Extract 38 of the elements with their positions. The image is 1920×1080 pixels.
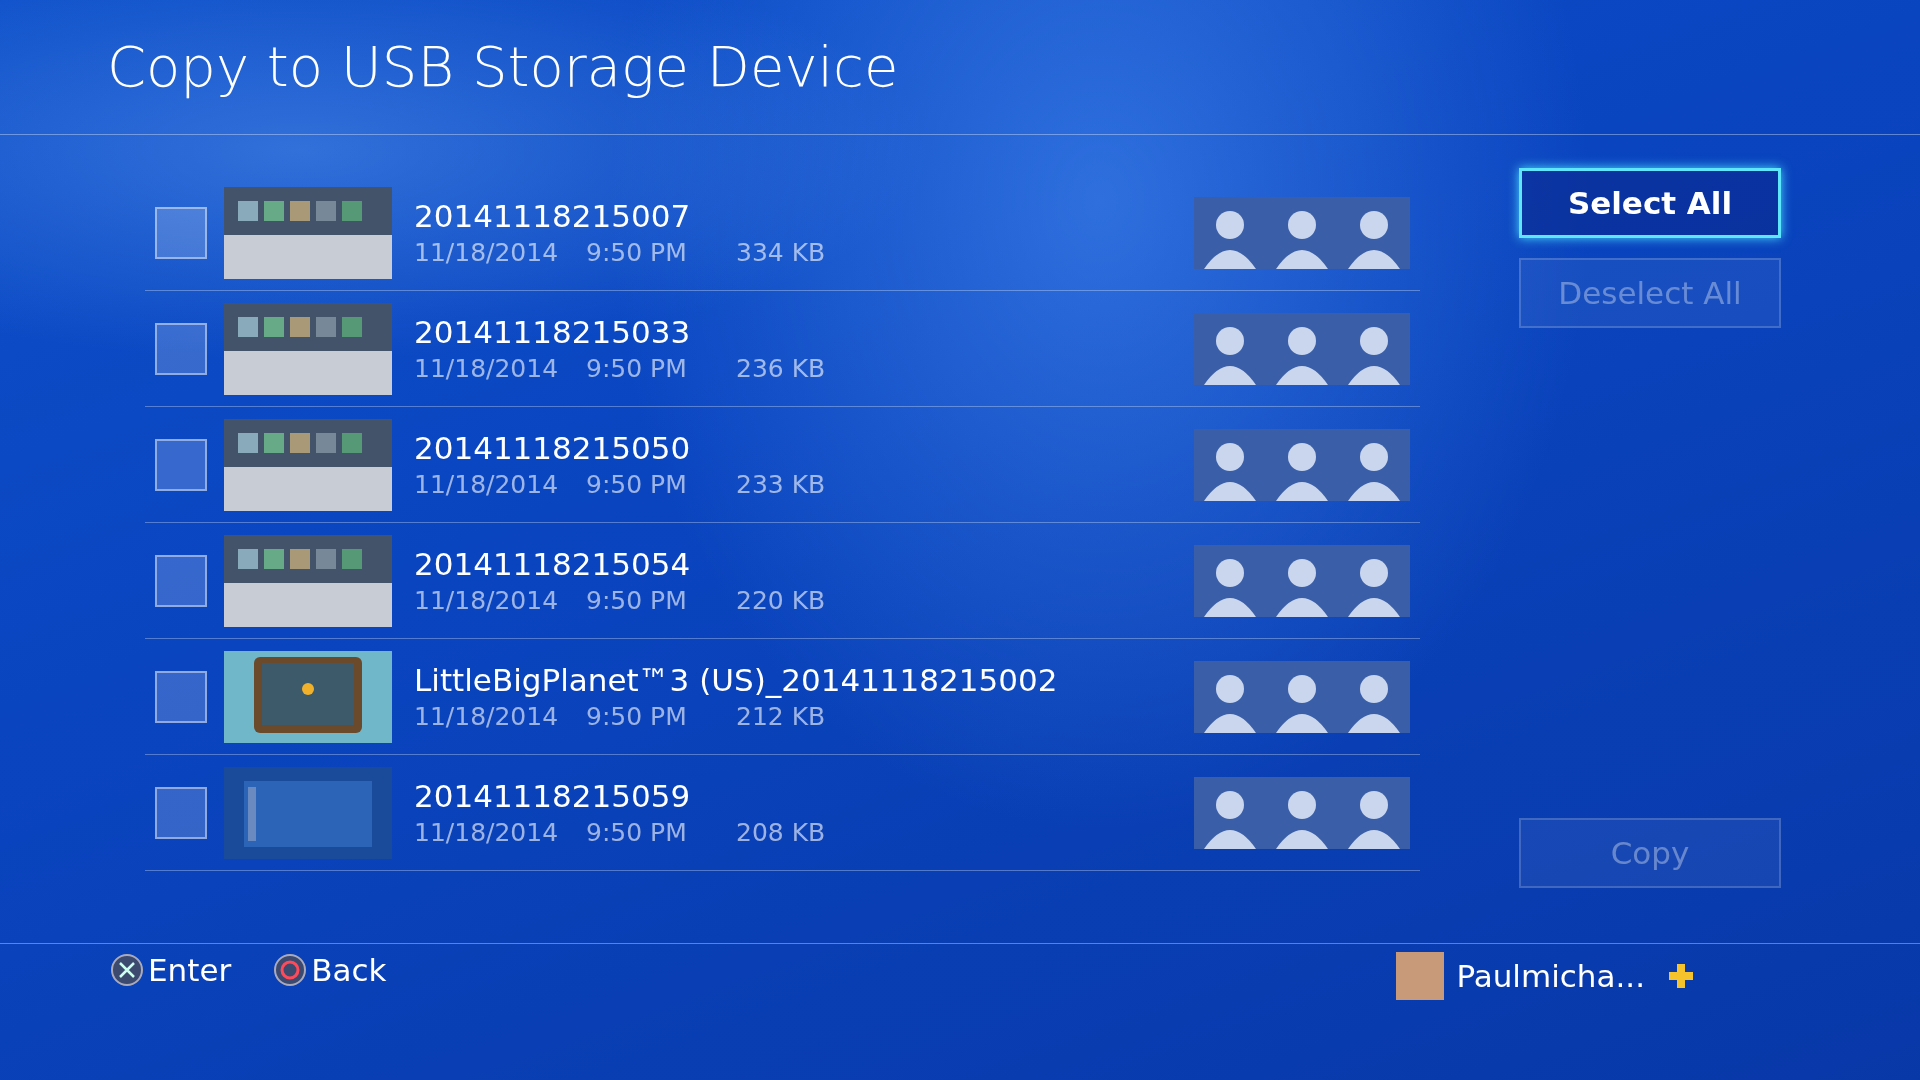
file-size: 208 KB bbox=[736, 818, 826, 847]
user-avatar-placeholder bbox=[1396, 952, 1445, 1000]
file-time: 9:50 PM bbox=[586, 818, 688, 847]
file-date: 11/18/2014 bbox=[414, 354, 560, 383]
checkbox[interactable] bbox=[155, 438, 207, 491]
file-time: 9:50 PM bbox=[586, 354, 688, 383]
page-title: Copy to USB Storage Device bbox=[107, 33, 899, 99]
file-date: 11/18/2014 bbox=[414, 702, 560, 731]
file-size: 220 KB bbox=[736, 586, 826, 615]
file-time: 9:50 PM bbox=[586, 586, 688, 615]
file-time: 9:50 PM bbox=[586, 702, 688, 731]
file-size: 212 KB bbox=[736, 702, 826, 731]
cross-button-icon bbox=[110, 953, 144, 987]
circle-button-icon bbox=[273, 953, 308, 987]
file-size: 236 KB bbox=[736, 354, 826, 383]
file-date: 11/18/2014 bbox=[414, 238, 560, 267]
file-time: 9:50 PM bbox=[586, 470, 688, 499]
file-size: 233 KB bbox=[736, 470, 826, 499]
file-name: LittleBigPlanet™3 (US)_20141118215002 bbox=[414, 662, 1059, 698]
file-name: 20141118215059 bbox=[414, 778, 692, 814]
file-time: 9:50 PM bbox=[586, 238, 688, 267]
user-name: Paulmicha... bbox=[1456, 958, 1645, 994]
file-name: 20141118215007 bbox=[414, 198, 692, 234]
file-name: 20141118215033 bbox=[414, 314, 692, 350]
checkbox[interactable] bbox=[155, 206, 207, 259]
file-name: 20141118215050 bbox=[414, 430, 692, 466]
file-date: 11/18/2014 bbox=[414, 470, 560, 499]
hint-label: Back bbox=[311, 952, 387, 988]
hint-label: Enter bbox=[148, 952, 232, 988]
action-button[interactable]: Select All bbox=[1519, 168, 1781, 238]
file-date: 11/18/2014 bbox=[414, 818, 560, 847]
checkbox[interactable] bbox=[155, 322, 207, 375]
file-size: 334 KB bbox=[736, 238, 826, 267]
checkbox[interactable] bbox=[155, 786, 207, 839]
checkbox[interactable] bbox=[155, 554, 207, 607]
checkbox[interactable] bbox=[155, 670, 207, 723]
file-date: 11/18/2014 bbox=[414, 586, 560, 615]
file-name: 20141118215054 bbox=[414, 546, 692, 582]
